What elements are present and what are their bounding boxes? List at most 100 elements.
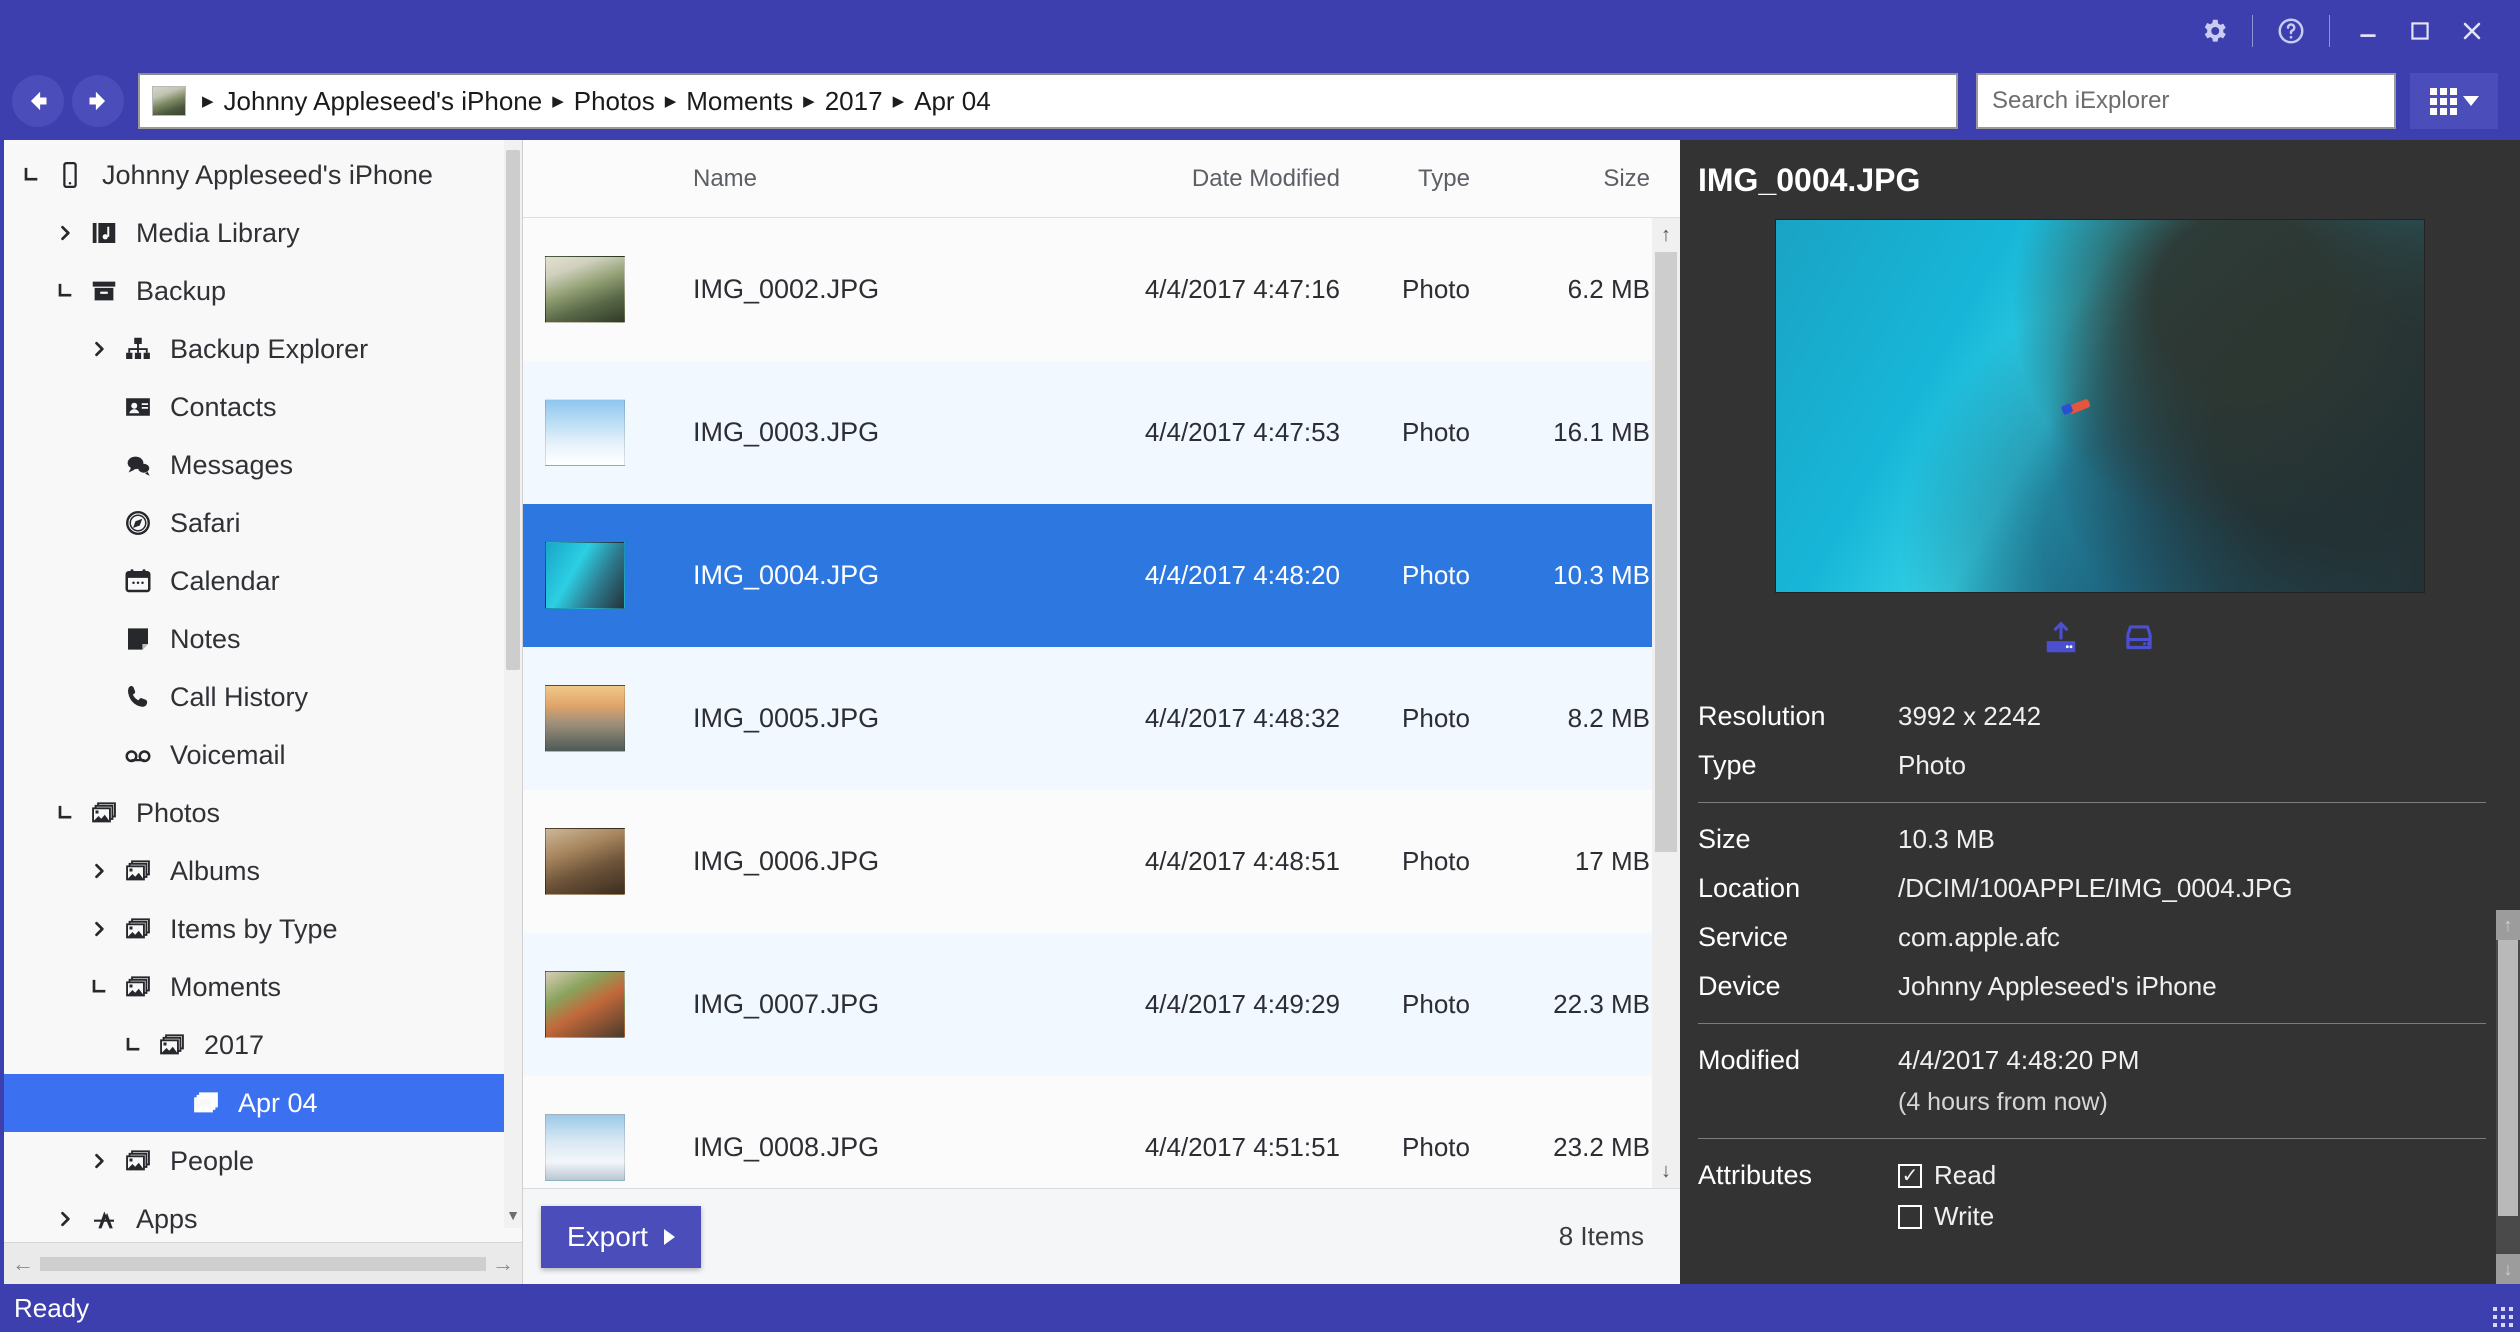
checkbox-unchecked-icon[interactable]: [1898, 1205, 1922, 1229]
sidebar-item-label: Voicemail: [170, 740, 286, 771]
close-icon[interactable]: [2446, 5, 2498, 57]
scrollbar-thumb[interactable]: [2498, 916, 2518, 1216]
sidebar-item-backup[interactable]: Backup: [4, 262, 522, 320]
sidebar-item-items-by-type[interactable]: Items by Type: [4, 900, 522, 958]
meta-key: Type: [1698, 750, 1898, 781]
twisty-expanded-icon[interactable]: [14, 165, 48, 185]
breadcrumb-item-apr04[interactable]: Apr 04: [914, 86, 991, 117]
file-name: IMG_0005.JPG: [693, 703, 1080, 734]
checkbox-checked-icon[interactable]: ✓: [1898, 1164, 1922, 1188]
sidebar-item-albums[interactable]: Albums: [4, 842, 522, 900]
table-row[interactable]: IMG_0007.JPG4/4/2017 4:49:29Photo22.3 MB: [523, 933, 1680, 1076]
scrollbar-track[interactable]: [40, 1257, 486, 1271]
scroll-up-icon[interactable]: ↑: [1652, 218, 1680, 252]
photos-stack-icon: [116, 856, 160, 886]
export-button[interactable]: Export: [541, 1206, 701, 1268]
sidebar-item-people[interactable]: People: [4, 1132, 522, 1190]
column-header-type[interactable]: Type: [1340, 165, 1470, 193]
table-row[interactable]: IMG_0006.JPG4/4/2017 4:48:51Photo17 MB: [523, 790, 1680, 933]
scroll-down-icon[interactable]: ▼: [504, 1202, 522, 1228]
forward-button[interactable]: [72, 75, 124, 127]
twisty-expanded-icon[interactable]: [48, 803, 82, 823]
search-input[interactable]: [1992, 87, 2380, 115]
resize-grip-icon[interactable]: [2493, 1307, 2514, 1328]
sidebar-item-safari[interactable]: Safari: [4, 494, 522, 552]
export-to-computer-icon[interactable]: [2042, 619, 2080, 662]
back-button[interactable]: [12, 75, 64, 127]
twisty-collapsed-icon[interactable]: [82, 919, 116, 939]
file-type: Photo: [1340, 417, 1470, 448]
twisty-expanded-icon[interactable]: [48, 281, 82, 301]
sidebar-vertical-scrollbar[interactable]: ▲ ▼: [504, 140, 522, 1228]
sidebar-item-2017[interactable]: 2017: [4, 1016, 522, 1074]
chevron-down-icon: [2463, 96, 2479, 106]
twisty-collapsed-icon[interactable]: [82, 339, 116, 359]
maximize-icon[interactable]: [2394, 5, 2446, 57]
scroll-left-icon[interactable]: ←: [10, 1251, 36, 1277]
column-header-date-modified[interactable]: Date Modified: [1080, 165, 1340, 193]
meta-divider: [1698, 1023, 2486, 1024]
attribute-read[interactable]: ✓ Read: [1898, 1160, 2520, 1191]
table-row[interactable]: IMG_0002.JPG4/4/2017 4:47:16Photo6.2 MB: [523, 218, 1680, 361]
column-header-name[interactable]: Name: [523, 165, 1080, 193]
twisty-collapsed-icon[interactable]: [82, 861, 116, 881]
breadcrumb-item-moments[interactable]: Moments: [686, 86, 793, 117]
sidebar-horizontal-scrollbar[interactable]: ← →: [4, 1242, 522, 1284]
sidebar-item-label: Contacts: [170, 392, 277, 423]
scroll-right-icon[interactable]: →: [490, 1251, 516, 1277]
sidebar-item-label: Backup: [136, 276, 226, 307]
twisty-collapsed-icon[interactable]: [48, 223, 82, 243]
sidebar-item-backup-explorer[interactable]: Backup Explorer: [4, 320, 522, 378]
transfer-to-device-icon[interactable]: [2120, 619, 2158, 662]
file-list-scrollbar[interactable]: ↑ ↓: [1652, 218, 1680, 1188]
sidebar-item-apr-04[interactable]: Apr 04: [4, 1074, 522, 1132]
meta-key: Location: [1698, 873, 1898, 904]
breadcrumb-item-2017[interactable]: 2017: [825, 86, 883, 117]
sidebar-item-label: Call History: [170, 682, 308, 713]
twisty-collapsed-icon[interactable]: [82, 1151, 116, 1171]
sidebar-item-label: Johnny Appleseed's iPhone: [102, 160, 433, 191]
sidebar-item-contacts[interactable]: Contacts: [4, 378, 522, 436]
sidebar-item-media-library[interactable]: Media Library: [4, 204, 522, 262]
table-row[interactable]: IMG_0005.JPG4/4/2017 4:48:32Photo8.2 MB: [523, 647, 1680, 790]
preview-image[interactable]: [1775, 219, 2425, 593]
breadcrumb-item-device[interactable]: Johnny Appleseed's iPhone: [224, 86, 543, 117]
sidebar-item-notes[interactable]: Notes: [4, 610, 522, 668]
sidebar-item-label: Safari: [170, 508, 241, 539]
settings-icon[interactable]: [2188, 5, 2240, 57]
sidebar-item-messages[interactable]: Messages: [4, 436, 522, 494]
sidebar-item-calendar[interactable]: Calendar: [4, 552, 522, 610]
scrollbar-thumb[interactable]: [1655, 252, 1677, 852]
file-thumbnail: [545, 971, 625, 1038]
view-options-button[interactable]: [2410, 73, 2498, 129]
scrollbar-thumb[interactable]: [506, 150, 520, 670]
column-header-size[interactable]: Size: [1470, 165, 1650, 193]
sidebar-item-moments[interactable]: Moments: [4, 958, 522, 1016]
table-row[interactable]: IMG_0004.JPG4/4/2017 4:48:20Photo10.3 MB: [523, 504, 1680, 647]
meta-key: Attributes: [1698, 1160, 1898, 1191]
detail-scrollbar[interactable]: ↑ ↓: [2496, 910, 2520, 1284]
search-box[interactable]: [1976, 73, 2396, 129]
sidebar-item-call-history[interactable]: Call History: [4, 668, 522, 726]
attribute-write[interactable]: Write: [1898, 1201, 2520, 1232]
table-row[interactable]: IMG_0003.JPG4/4/2017 4:47:53Photo16.1 MB: [523, 361, 1680, 504]
table-row[interactable]: IMG_0008.JPG4/4/2017 4:51:51Photo23.2 MB: [523, 1076, 1680, 1188]
sidebar-item-label: Items by Type: [170, 914, 338, 945]
scroll-up-icon[interactable]: ↑: [2496, 910, 2520, 940]
breadcrumb-item-photos[interactable]: Photos: [574, 86, 655, 117]
file-type: Photo: [1340, 1132, 1470, 1163]
sidebar-item-johnny-appleseed-s-iphone[interactable]: Johnny Appleseed's iPhone: [4, 146, 522, 204]
sidebar-item-voicemail[interactable]: Voicemail: [4, 726, 522, 784]
help-icon[interactable]: [2265, 5, 2317, 57]
breadcrumb[interactable]: ▶ Johnny Appleseed's iPhone ▶ Photos ▶ M…: [138, 73, 1958, 129]
sidebar-item-photos[interactable]: Photos: [4, 784, 522, 842]
file-date-modified: 4/4/2017 4:48:51: [1080, 846, 1340, 877]
minimize-icon[interactable]: [2342, 5, 2394, 57]
twisty-expanded-icon[interactable]: [116, 1035, 150, 1055]
meta-row-service: Service com.apple.afc: [1698, 913, 2520, 962]
twisty-expanded-icon[interactable]: [82, 977, 116, 997]
scroll-down-icon[interactable]: ↓: [1652, 1154, 1680, 1188]
sidebar-item-apps[interactable]: Apps: [4, 1190, 522, 1242]
twisty-collapsed-icon[interactable]: [48, 1209, 82, 1229]
scroll-down-icon[interactable]: ↓: [2496, 1254, 2520, 1284]
